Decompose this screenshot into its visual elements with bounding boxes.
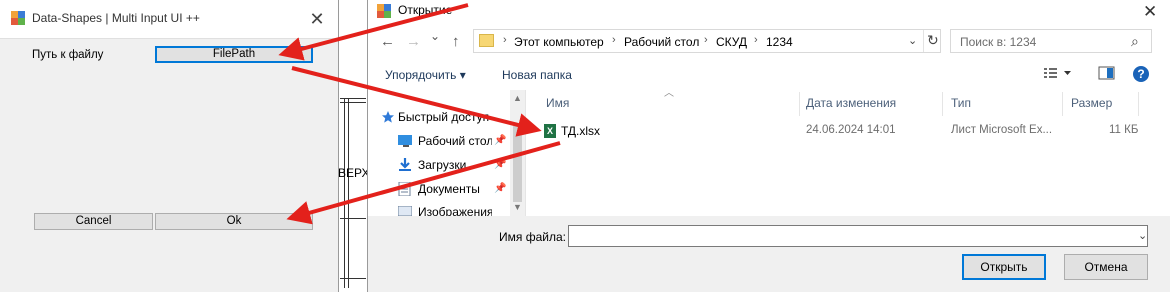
- sort-ascending-icon: ︿: [664, 88, 674, 99]
- back-arrow-icon[interactable]: ←: [380, 33, 395, 50]
- nav-item-desktop[interactable]: Рабочий стол: [418, 134, 492, 148]
- ok-button[interactable]: Ok: [155, 213, 313, 230]
- nav-pane-scrollbar[interactable]: ▲ ▼: [510, 90, 525, 216]
- dialog-title: Открытие: [398, 3, 453, 17]
- filepath-button[interactable]: FilePath: [155, 46, 313, 63]
- scroll-down-icon[interactable]: ▼: [513, 202, 522, 212]
- pin-icon: 📌: [494, 183, 507, 194]
- close-icon[interactable]: ✕: [1143, 2, 1157, 22]
- forward-arrow-icon[interactable]: →: [406, 33, 421, 50]
- search-placeholder: Поиск в: 1234: [960, 35, 1037, 49]
- background-cad-drawing: [338, 78, 368, 292]
- file-date: 24.06.2024 14:01: [806, 124, 896, 136]
- column-header-type[interactable]: Тип: [951, 96, 971, 110]
- open-file-dialog: Открытие ✕ ← → ⌄ ↑ › Этот компьютер › Ра…: [367, 0, 1170, 292]
- cancel-button[interactable]: Отмена: [1064, 254, 1148, 280]
- folder-icon: [479, 34, 494, 47]
- window-title: Data-Shapes | Multi Input UI ++: [32, 11, 200, 25]
- svg-text:?: ?: [1137, 67, 1144, 81]
- column-header-date[interactable]: Дата изменения: [806, 96, 896, 110]
- filename-label: Имя файла:: [499, 230, 566, 244]
- help-icon[interactable]: ?: [1132, 65, 1150, 83]
- filename-dropdown-icon[interactable]: ⌄: [1138, 229, 1147, 242]
- breadcrumb-item[interactable]: 1234: [766, 35, 793, 49]
- scrollbar-thumb[interactable]: [513, 126, 522, 202]
- path-label: Путь к файлу: [32, 49, 104, 61]
- organize-menu[interactable]: Упорядочить ▾: [385, 68, 466, 82]
- refresh-icon[interactable]: ↻: [927, 32, 939, 49]
- address-dropdown-icon[interactable]: ⌄: [908, 34, 917, 47]
- recent-locations-chevron-icon[interactable]: ⌄: [430, 29, 440, 43]
- multi-input-window: Data-Shapes | Multi Input UI ++ ✕ Путь к…: [0, 0, 339, 292]
- dialog-toolbar: Упорядочить ▾ Новая папка ?: [368, 60, 1170, 88]
- file-type: Лист Microsoft Ex...: [951, 124, 1053, 136]
- window-titlebar[interactable]: Data-Shapes | Multi Input UI ++ ✕: [0, 0, 338, 39]
- search-field[interactable]: Поиск в: 1234 ⌕: [950, 29, 1152, 53]
- desktop-icon: [398, 135, 412, 147]
- cancel-button[interactable]: Cancel: [34, 213, 153, 230]
- column-header-size[interactable]: Размер: [1071, 96, 1112, 110]
- pin-icon: 📌: [494, 159, 507, 170]
- file-list: Имя ︿ Дата изменения Тип Размер X ТД.xls…: [526, 88, 1170, 216]
- navigation-pane: Быстрый доступ Рабочий стол 📌 Загрузки 📌…: [368, 90, 526, 219]
- close-icon[interactable]: ✕: [304, 6, 330, 32]
- excel-file-icon: X: [544, 124, 556, 138]
- pin-icon: 📌: [494, 135, 507, 146]
- file-size: 11 КБ: [1109, 124, 1139, 136]
- breadcrumb-item[interactable]: Рабочий стол: [624, 35, 699, 49]
- app-icon: [11, 11, 25, 25]
- document-icon: [398, 182, 411, 196]
- dialog-footer: Имя файла: ⌄ Открыть Отмена: [368, 216, 1170, 292]
- download-icon: [399, 158, 411, 171]
- star-icon: [382, 111, 394, 123]
- nav-item-documents[interactable]: Документы: [418, 182, 492, 196]
- address-bar[interactable]: › Этот компьютер › Рабочий стол › СКУД ›…: [473, 29, 941, 53]
- column-header-name[interactable]: Имя: [546, 96, 569, 110]
- file-row[interactable]: X ТД.xlsx 24.06.2024 14:01 Лист Microsof…: [542, 120, 1142, 142]
- up-arrow-icon[interactable]: ↑: [452, 33, 460, 50]
- scroll-up-icon[interactable]: ▲: [513, 93, 522, 103]
- filename-input[interactable]: [568, 225, 1148, 247]
- open-button[interactable]: Открыть: [962, 254, 1046, 280]
- nav-item-quick-access[interactable]: Быстрый доступ: [398, 110, 510, 124]
- view-options-icon[interactable]: [1043, 66, 1073, 80]
- preview-pane-icon[interactable]: [1098, 66, 1116, 80]
- breadcrumb-item[interactable]: СКУД: [716, 35, 747, 49]
- nav-item-downloads[interactable]: Загрузки: [418, 158, 492, 172]
- new-folder-button[interactable]: Новая папка: [502, 68, 572, 82]
- background-cad-label: ВЕРХ: [338, 166, 370, 180]
- dialog-app-icon: [377, 4, 391, 18]
- search-icon[interactable]: ⌕: [1131, 33, 1139, 50]
- dialog-titlebar[interactable]: Открытие ✕: [368, 0, 1170, 24]
- file-name: ТД.xlsx: [561, 124, 601, 138]
- breadcrumb-item[interactable]: Этот компьютер: [514, 35, 604, 49]
